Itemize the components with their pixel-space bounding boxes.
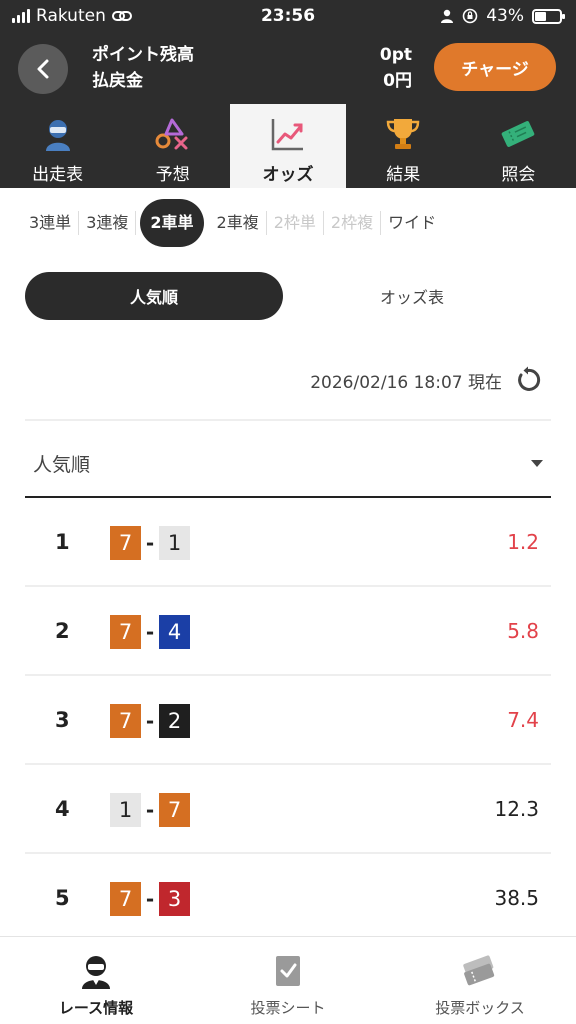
chevron-left-icon [37,59,49,79]
combo-separator: - [145,531,155,555]
prediction-icon [153,114,193,154]
bet-type-trio[interactable]: 3連複 [79,211,137,235]
popularity-rank: 2 [55,619,70,643]
racer-icon [38,114,78,154]
second-place-car: 3 [159,882,190,916]
odds-row[interactable]: 1 7-1 1.2 [25,498,551,587]
popularity-rank: 5 [55,886,70,910]
battery-percent: 43% [486,6,524,26]
second-place-car: 4 [159,615,190,649]
bottom-nav-bet-sheet[interactable]: 投票シート [192,937,384,1024]
popularity-rank: 3 [55,708,70,732]
odds-value: 1.2 [507,530,539,554]
bottom-nav: レース情報 投票シート 投票ボックス [0,936,576,1024]
racer-icon [76,951,116,991]
back-button[interactable] [18,44,68,94]
odds-row[interactable]: 2 7-4 5.8 [25,587,551,676]
sort-select-value: 人気順 [33,453,91,476]
rotation-lock-icon [462,8,478,24]
bet-type-selector: 3連単 3連複 2車単 2車複 2枠単 2枠複 ワイド [22,194,554,252]
points-label: ポイント残高 [92,45,194,65]
odds-value: 38.5 [494,886,539,910]
tab-results[interactable]: 結果 [346,104,461,188]
points-value: 0pt [379,45,412,65]
bet-type-wide[interactable]: ワイド [381,211,443,235]
bottom-nav-bet-box[interactable]: 投票ボックス [384,937,576,1024]
odds-list: 1 7-1 1.2 2 7-4 5.8 3 7-2 7.4 4 1-7 12.3 5 7-3 38.5 [25,498,551,943]
checklist-icon [268,951,308,991]
tab-label: オッズ [262,165,314,185]
balance-values: 0pt 0円 [380,42,412,94]
caret-down-icon [531,459,543,467]
popularity-rank: 1 [55,530,70,554]
divider [25,419,551,421]
car-combination: 7-3 [110,882,190,916]
tab-label: 出走表 [32,165,84,185]
balance-labels: ポイント残高 払戻金 [92,42,194,94]
view-toggle: 人気順 オッズ表 [25,272,551,320]
refund-value: 0円 [383,71,412,91]
bottom-nav-label: レース情報 [58,999,134,1017]
combo-separator: - [145,887,155,911]
bottom-nav-race-info[interactable]: レース情報 [0,937,192,1024]
bet-type-bracket-quinella: 2枠複 [324,211,382,235]
car-combination: 7-4 [110,615,190,649]
odds-value: 12.3 [494,797,539,821]
first-place-car: 7 [110,704,141,738]
odds-value: 7.4 [507,708,539,732]
bet-type-quinella[interactable]: 2車複 [210,211,267,235]
bottom-nav-label: 投票ボックス [435,999,525,1017]
combo-separator: - [145,709,155,733]
popularity-view-button[interactable]: 人気順 [25,272,283,320]
status-bar: Rakuten 23:56 43% [0,0,576,34]
odds-row[interactable]: 5 7-3 38.5 [25,854,551,943]
bet-type-bracket-exacta: 2枠単 [267,211,324,235]
first-place-car: 1 [110,793,141,827]
odds-table-view-button[interactable]: オッズ表 [283,272,541,320]
tab-label: 照会 [501,165,536,185]
tab-inquiry[interactable]: 照会 [461,104,576,188]
trophy-icon [383,114,423,154]
ticket-icon [498,114,538,154]
car-combination: 7-2 [110,704,190,738]
race-tabs: 出走表 予想 オッズ 結果 照会 [0,104,576,188]
odds-value: 5.8 [507,619,539,643]
tab-prediction[interactable]: 予想 [115,104,230,188]
car-combination: 7-1 [110,526,190,560]
updated-timestamp: 2026/02/16 18:07 現在 [310,372,502,393]
charge-button[interactable]: チャージ [434,43,556,91]
odds-chart-icon [268,114,308,154]
second-place-car: 7 [159,793,190,827]
tab-odds[interactable]: オッズ [230,104,346,188]
bet-type-exacta[interactable]: 2車単 [140,199,204,247]
last-updated: 2026/02/16 18:07 現在 [310,366,542,394]
first-place-car: 7 [110,882,141,916]
second-place-car: 1 [159,526,190,560]
bottom-nav-label: 投票シート [250,999,326,1017]
tab-label: 予想 [155,165,190,185]
first-place-car: 7 [110,615,141,649]
second-place-car: 2 [159,704,190,738]
sort-select[interactable]: 人気順 [25,440,551,486]
odds-row[interactable]: 3 7-2 7.4 [25,676,551,765]
popularity-rank: 4 [55,797,70,821]
odds-row[interactable]: 4 1-7 12.3 [25,765,551,854]
tab-entries[interactable]: 出走表 [0,104,115,188]
tickets-icon [460,951,500,991]
car-combination: 1-7 [110,793,190,827]
bet-type-trifecta[interactable]: 3連単 [22,211,80,235]
combo-separator: - [145,798,155,822]
app-header: ポイント残高 払戻金 0pt 0円 チャージ [0,34,576,104]
status-right: 43% [440,6,565,26]
battery-icon [532,8,565,24]
first-place-car: 7 [110,526,141,560]
combo-separator: - [145,620,155,644]
tab-label: 結果 [386,165,421,185]
refresh-icon[interactable] [514,366,542,394]
person-icon [441,9,454,23]
refund-label: 払戻金 [92,71,143,91]
